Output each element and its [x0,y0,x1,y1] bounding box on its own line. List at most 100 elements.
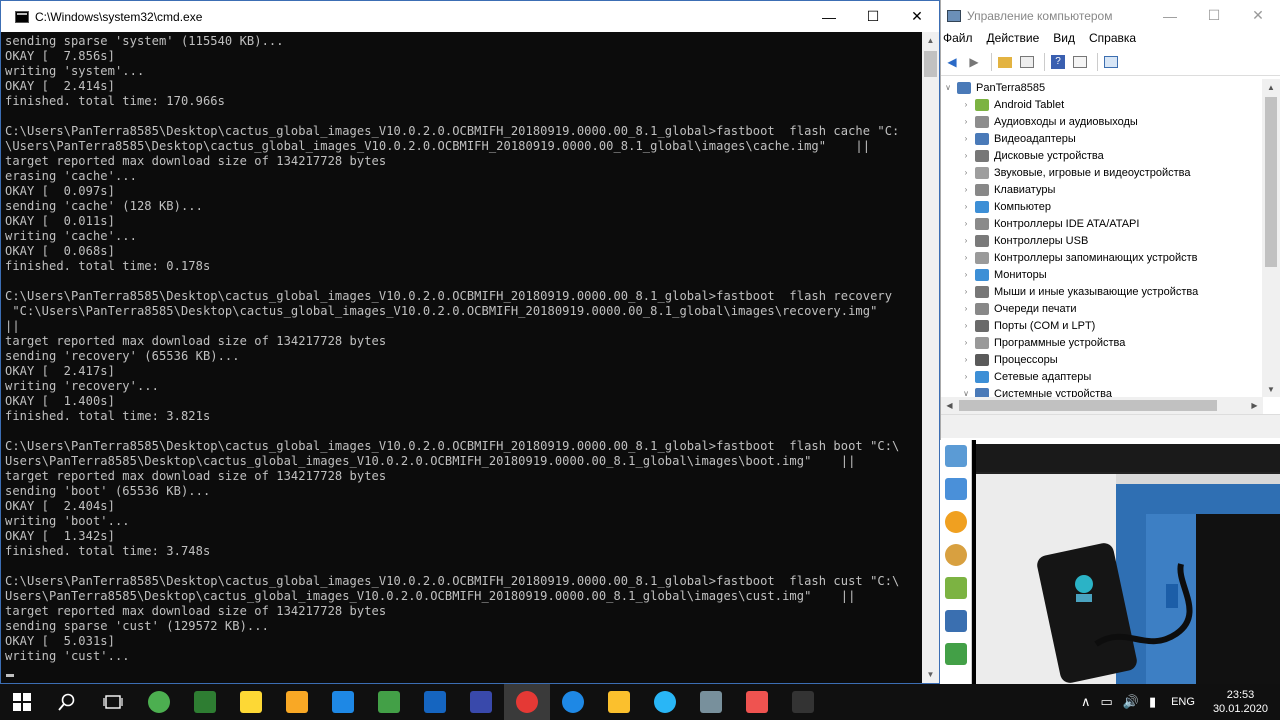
tree-root[interactable]: ∨ PanTerra8585 [941,79,1263,96]
mgmt-minimize-button[interactable]: — [1148,0,1192,31]
start-button[interactable] [0,684,44,720]
cmd-titlebar[interactable]: C:\Windows\system32\cmd.exe — ☐ ✕ [1,1,939,32]
tree-item-device[interactable]: › Мониторы [941,266,1263,283]
taskbar-warning-app-button[interactable] [274,684,320,720]
expand-icon[interactable]: › [961,151,971,160]
taskbar-m-app-button[interactable] [412,684,458,720]
app-icon[interactable] [945,445,967,467]
volume-icon[interactable]: 🔊 [1123,694,1139,710]
back-arrow-icon[interactable]: ◀ [943,53,961,71]
tree-hscrollbar[interactable]: ◀ ▶ [941,397,1263,414]
taskbar-telegram-button[interactable] [642,684,688,720]
palette-icon[interactable] [945,544,967,566]
taskbar-network-app-button[interactable] [688,684,734,720]
expand-icon[interactable]: › [961,372,971,381]
device-tree[interactable]: ∨ PanTerra8585 › Android Tablet › Аудиовход… [941,79,1263,397]
tree-item-device[interactable]: › Android Tablet [941,96,1263,113]
mgmt-maximize-button[interactable]: ☐ [1192,0,1236,31]
tree-item-device[interactable]: › Контроллеры IDE ATA/ATAPI [941,215,1263,232]
menu-action[interactable]: Действие [987,31,1040,49]
tree-item-device[interactable]: › Контроллеры запоминающих устройств [941,249,1263,266]
tree-item-device[interactable]: › Компьютер [941,198,1263,215]
language-indicator[interactable]: ENG [1171,696,1195,708]
tree-item-device[interactable]: › Дисковые устройства [941,147,1263,164]
minimize-button[interactable]: — [807,1,851,32]
maximize-button[interactable]: ☐ [851,1,895,32]
tree-item-device[interactable]: › Мыши и иные указывающие устройства [941,283,1263,300]
taskbar-save-app-button[interactable] [458,684,504,720]
clock[interactable]: 23:53 30.01.2020 [1213,688,1268,716]
collapse-icon[interactable]: ∨ [943,83,953,92]
expand-icon[interactable]: › [961,100,971,109]
computer-management-window[interactable]: Управление компьютером — ☐ ✕ Файл Действ… [940,0,1280,440]
taskbar-edge-button[interactable] [550,684,596,720]
mgmt-close-button[interactable]: ✕ [1236,0,1280,31]
tree-item-device[interactable]: › Сетевые адаптеры [941,368,1263,385]
scroll-up-icon[interactable]: ▲ [922,32,939,49]
mgmt-titlebar[interactable]: Управление компьютером — ☐ ✕ [941,0,1280,31]
scan-hardware-icon[interactable] [1102,53,1120,71]
menu-file[interactable]: Файл [943,31,973,49]
expand-icon[interactable]: › [961,355,971,364]
expand-icon[interactable]: › [961,304,971,313]
tree-item-device[interactable]: › Программные устройства [941,334,1263,351]
taskbar-user-app-button[interactable] [182,684,228,720]
tree-item-device[interactable]: ∨ Системные устройства [941,385,1263,397]
expand-icon[interactable]: › [961,134,971,143]
expand-icon[interactable]: › [961,168,971,177]
taskbar-globe-app-button[interactable] [320,684,366,720]
app-icon[interactable] [945,478,967,500]
taskbar-utorrent-button[interactable] [136,684,182,720]
forward-arrow-icon[interactable]: ▶ [965,53,983,71]
task-view-button[interactable] [90,684,136,720]
console-output[interactable]: sending sparse 'system' (115540 KB)... O… [1,32,924,683]
show-hide-tree-icon[interactable] [1018,53,1036,71]
expand-icon[interactable]: › [961,219,971,228]
properties-icon[interactable] [1071,53,1089,71]
menu-help[interactable]: Справка [1089,31,1136,49]
tools-icon[interactable] [945,643,967,665]
expand-icon[interactable]: › [961,338,971,347]
chevron-up-icon[interactable]: ∧ [1081,694,1091,710]
tree-item-device[interactable]: › Видеоадаптеры [941,130,1263,147]
tree-item-device[interactable]: › Контроллеры USB [941,232,1263,249]
cmd-window[interactable]: C:\Windows\system32\cmd.exe — ☐ ✕ sendin… [0,0,940,684]
close-button[interactable]: ✕ [895,1,939,32]
tree-item-device[interactable]: › Процессоры [941,351,1263,368]
layers-icon[interactable] [945,577,967,599]
expand-icon[interactable]: › [961,253,971,262]
tree-item-device[interactable]: › Аудиовходы и аудиовыходы [941,113,1263,130]
cmd-scrollbar[interactable]: ▲ ▼ [922,32,939,683]
tree-scrollbar[interactable]: ▲ ▼ [1262,79,1280,397]
help-icon[interactable]: ? [1049,53,1067,71]
up-folder-icon[interactable] [996,53,1014,71]
menu-view[interactable]: Вид [1053,31,1075,49]
pen-icon[interactable] [945,610,967,632]
taskbar-chrome-button[interactable] [504,684,550,720]
hscroll-thumb[interactable] [959,400,1217,411]
tree-item-device[interactable]: › Звуковые, игровые и видеоустройства [941,164,1263,181]
taskbar-c-red-app-button[interactable] [734,684,780,720]
tree-scroll-up-icon[interactable]: ▲ [1262,79,1280,95]
scroll-thumb[interactable] [924,51,937,77]
tree-item-device[interactable]: › Очереди печати [941,300,1263,317]
tree-scroll-thumb[interactable] [1265,97,1277,267]
gear-icon[interactable] [945,511,967,533]
tree-item-device[interactable]: › Порты (COM и LPT) [941,317,1263,334]
taskbar-cmd-button[interactable] [780,684,826,720]
tree-item-device[interactable]: › Клавиатуры [941,181,1263,198]
hscroll-right-icon[interactable]: ▶ [1246,397,1263,414]
expand-icon[interactable]: › [961,185,971,194]
network-icon[interactable]: ▭ [1100,694,1112,710]
scroll-down-icon[interactable]: ▼ [922,666,939,683]
search-button[interactable] [44,684,90,720]
expand-icon[interactable]: › [961,321,971,330]
battery-icon[interactable]: ▮ [1149,694,1156,710]
taskbar-explorer-button[interactable] [596,684,642,720]
expand-icon[interactable]: › [961,287,971,296]
hscroll-left-icon[interactable]: ◀ [941,397,958,414]
taskbar-c-app-button[interactable] [366,684,412,720]
expand-icon[interactable]: › [961,117,971,126]
expand-icon[interactable]: › [961,270,971,279]
tree-scroll-down-icon[interactable]: ▼ [1262,381,1280,397]
